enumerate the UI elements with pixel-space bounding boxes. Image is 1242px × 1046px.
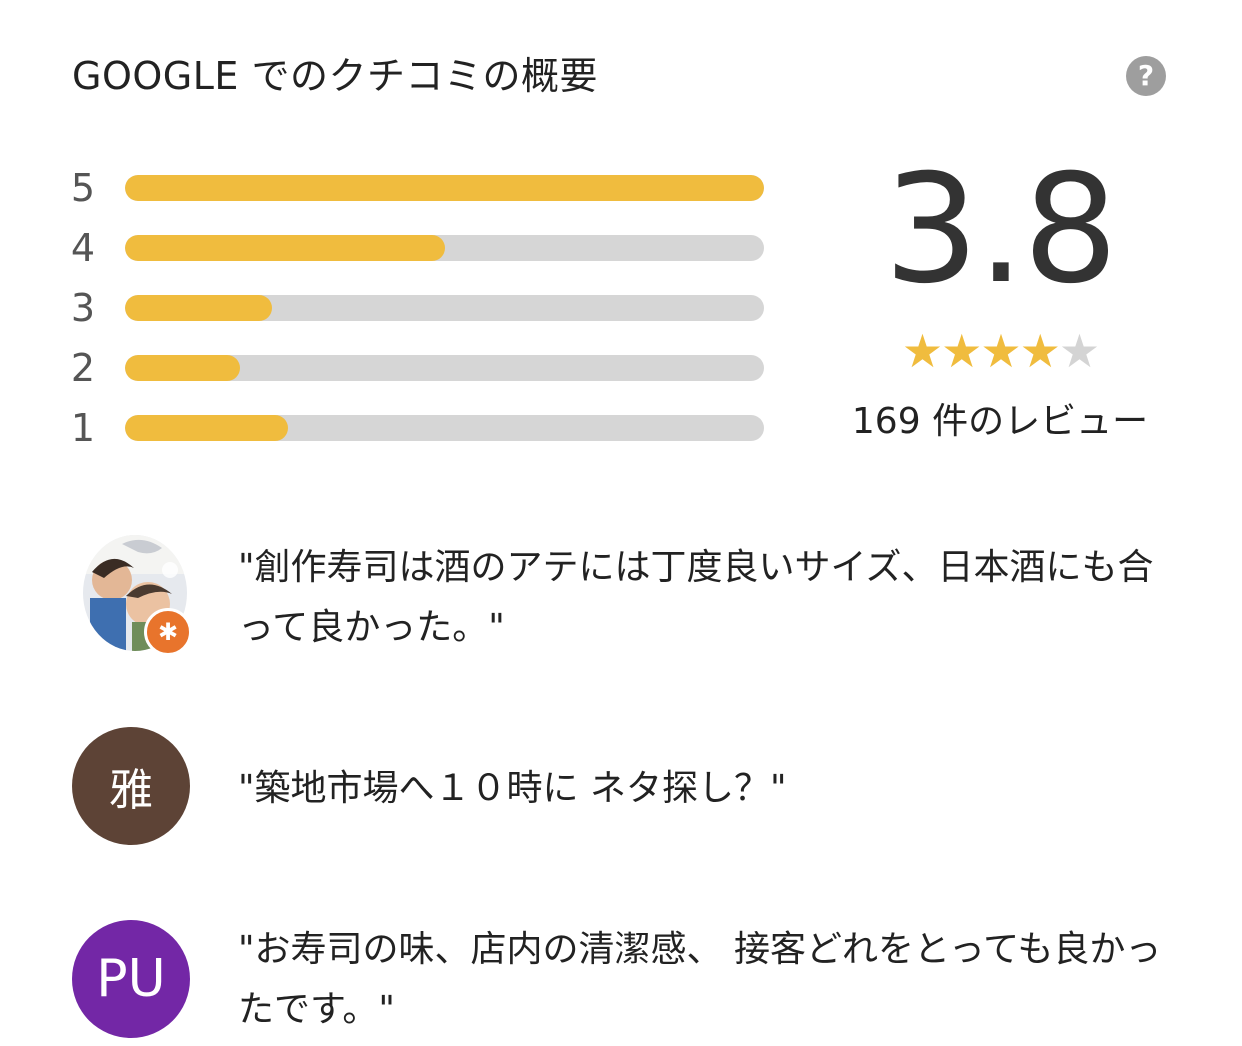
histogram-bar-fill <box>125 235 445 261</box>
avatar[interactable]: 雅 <box>72 727 190 845</box>
review-count-link[interactable]: 169 件のレビュー <box>820 398 1180 446</box>
histogram-bar-track <box>125 295 764 321</box>
histogram-bar-fill <box>125 295 272 321</box>
review-text: "お寿司の味、店内の清潔感、 接客どれをとっても良かったです。" <box>238 929 1162 1030</box>
review-item[interactable]: ✱ "創作寿司は酒のアテには丁度良いサイズ、日本酒にも合って良かった。" <box>72 534 1172 664</box>
avatar-initials: PU <box>96 949 166 1009</box>
avatar[interactable]: PU <box>72 920 190 1038</box>
histogram-row: 1 <box>68 398 768 458</box>
histogram-bar-track <box>125 175 764 201</box>
histogram-label: 4 <box>70 226 96 270</box>
histogram-label: 5 <box>70 166 96 210</box>
histogram-bar-fill <box>125 355 241 381</box>
histogram-bar-track <box>125 415 764 441</box>
histogram-row: 3 <box>68 278 768 338</box>
histogram-bar-fill <box>125 175 764 201</box>
histogram-bar-track <box>125 355 764 381</box>
rating-summary: 3.8 ★★★★★ 169 件のレビュー <box>820 140 1180 446</box>
review-item[interactable]: PU "お寿司の味、店内の清潔感、 接客どれをとっても良かったです。" <box>72 920 1172 1040</box>
star-rating: ★★★★★ <box>820 324 1180 378</box>
avatar-initials: 雅 <box>109 765 153 816</box>
histogram-label: 3 <box>70 286 96 330</box>
question-icon[interactable]: ? <box>1126 56 1166 96</box>
star-filled-icon: ★ <box>941 324 982 378</box>
review-text: "創作寿司は酒のアテには丁度良いサイズ、日本酒にも合って良かった。" <box>238 547 1154 648</box>
rating-histogram: 5 4 3 2 1 <box>68 158 768 458</box>
panel-title: GOOGLE でのクチコミの概要 <box>72 54 598 98</box>
average-score: 3.8 <box>883 143 1119 317</box>
histogram-row: 2 <box>68 338 768 398</box>
star-filled-icon: ★ <box>1019 324 1061 378</box>
histogram-label: 2 <box>70 346 96 390</box>
review-item[interactable]: 雅 "築地市場へ１０時に ネタ探し？" <box>72 727 1172 847</box>
review-text: "築地市場へ１０時に ネタ探し？" <box>238 768 787 809</box>
star-empty-icon: ★ <box>1058 324 1100 378</box>
histogram-row: 5 <box>68 158 768 218</box>
star-filled-icon: ★ <box>980 324 1021 378</box>
histogram-bar-fill <box>125 415 288 441</box>
histogram-bar-track <box>125 235 764 261</box>
histogram-row: 4 <box>68 218 768 278</box>
star-filled-icon: ★ <box>901 324 943 378</box>
local-guide-star-icon: ✱ <box>144 608 192 656</box>
histogram-label: 1 <box>70 406 96 450</box>
reviews-summary-panel: GOOGLE でのクチコミの概要 ? 54321 3.8 ★★★★★ 169 件… <box>0 0 1242 1046</box>
